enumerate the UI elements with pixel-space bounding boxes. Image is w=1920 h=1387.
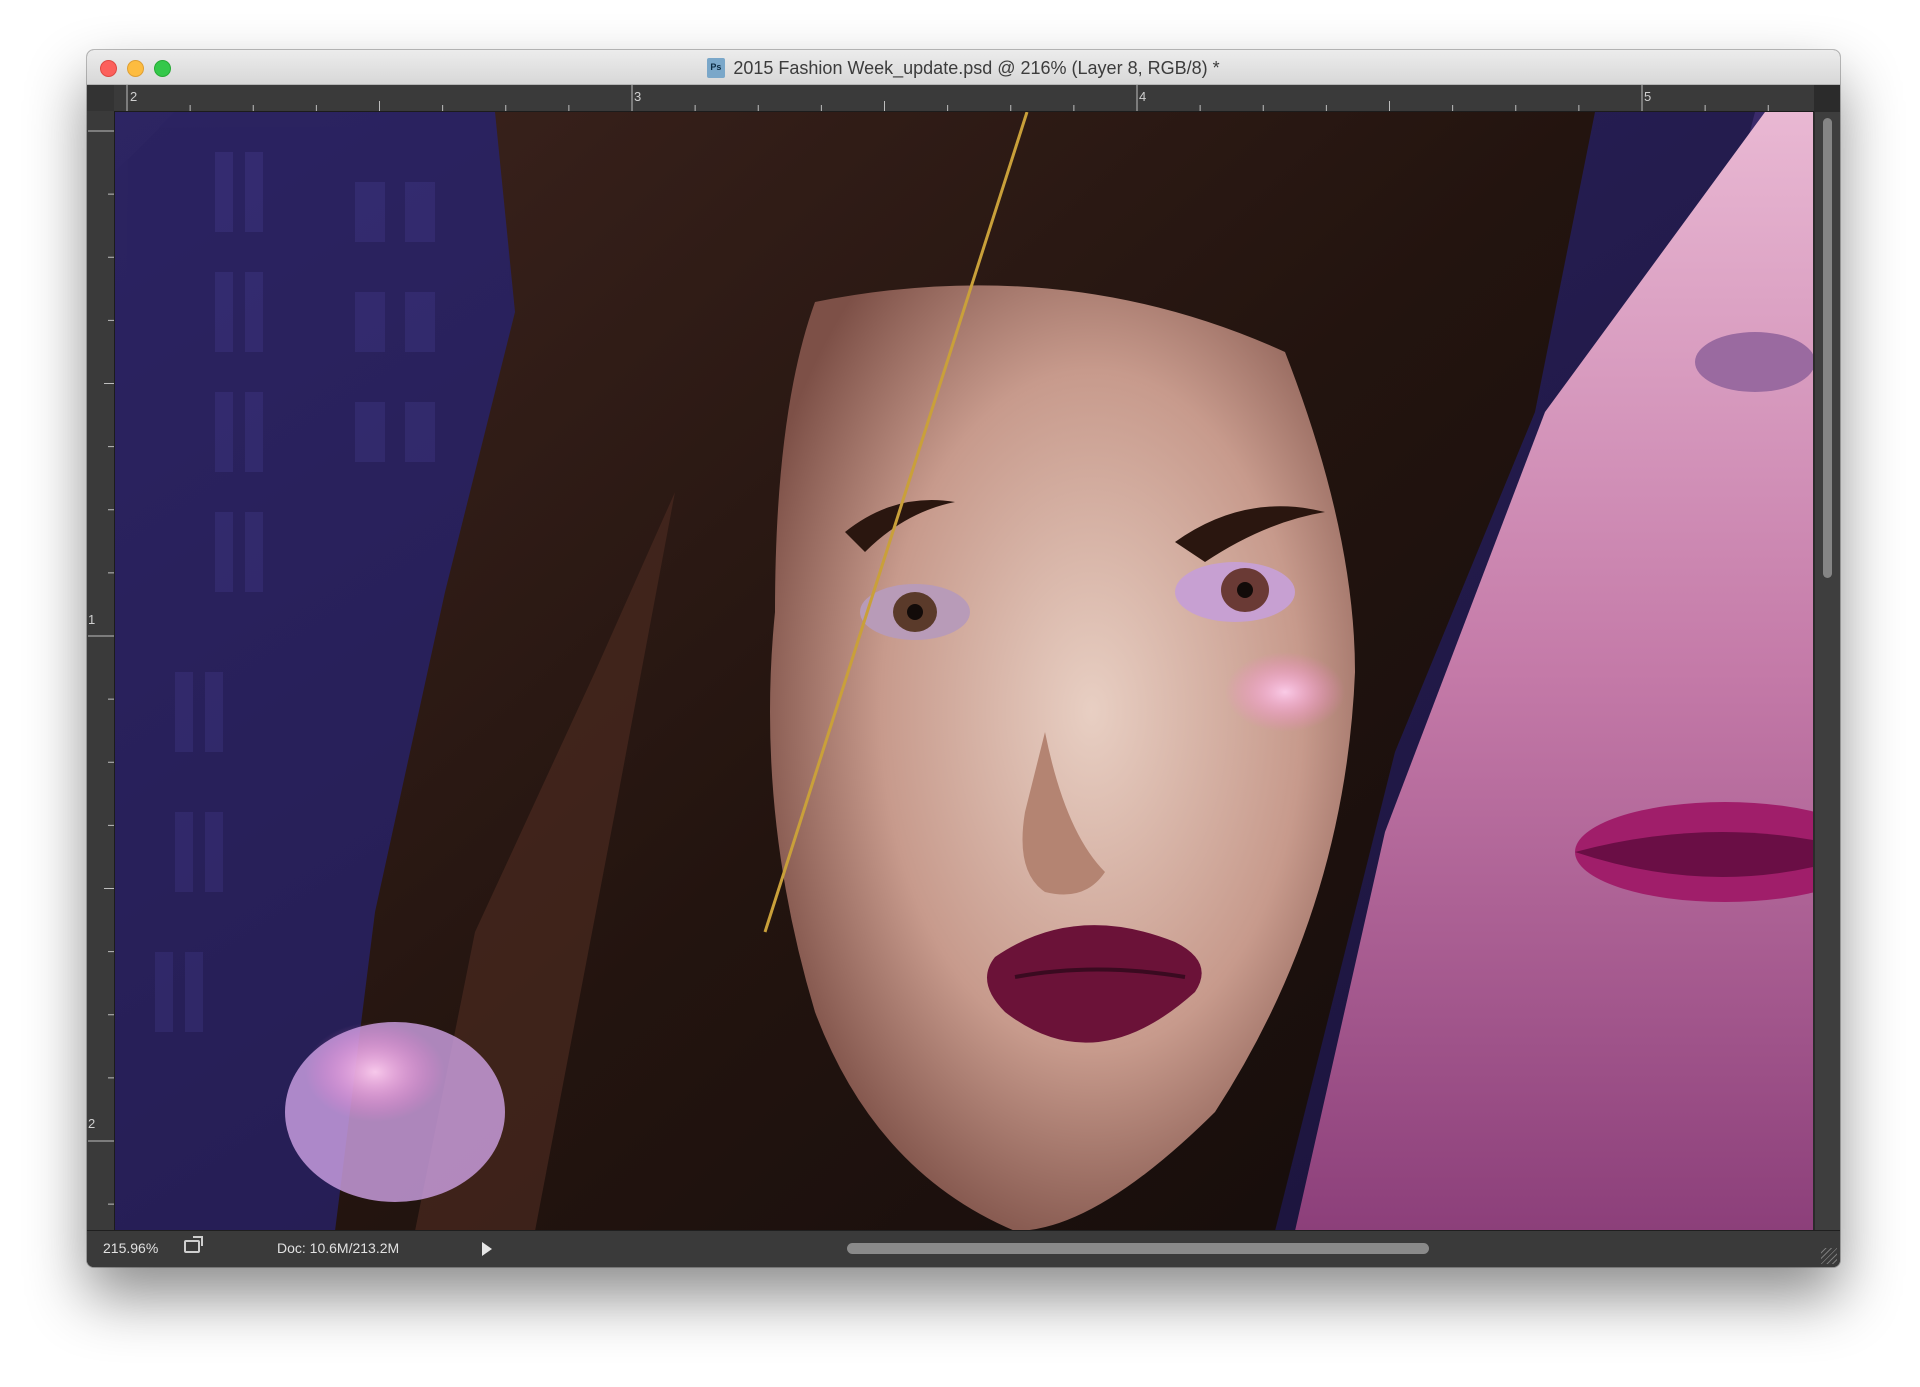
ruler-label-2: 2 (130, 89, 138, 104)
ruler-label-4: 4 (1139, 89, 1147, 104)
vertical-ruler[interactable]: 1 2 (87, 111, 115, 1267)
psd-file-icon (707, 58, 726, 78)
window-title: 2015 Fashion Week_update.psd @ 216% (Lay… (87, 58, 1840, 79)
doc-size-info: Doc: 10.6M/213.2M (277, 1240, 400, 1256)
shoulder-light (285, 1022, 505, 1202)
horizontal-ruler-ticks (126, 85, 1769, 111)
ruler-label-3: 3 (634, 89, 642, 104)
ruler-label-5: 5 (1644, 89, 1652, 104)
vertical-scroll-thumb[interactable] (1823, 118, 1832, 578)
zoom-level[interactable]: 215.96% (103, 1240, 158, 1256)
title-bar[interactable]: 2015 Fashion Week_update.psd @ 216% (Lay… (87, 50, 1840, 85)
ruler-label-v1: 1 (88, 612, 96, 627)
export-icon[interactable] (184, 1236, 203, 1253)
photoshop-document-window: 2015 Fashion Week_update.psd @ 216% (Lay… (87, 50, 1840, 1267)
window-title-text: 2015 Fashion Week_update.psd @ 216% (Lay… (733, 58, 1220, 78)
document-canvas[interactable] (115, 112, 1813, 1231)
fashion-artwork (115, 112, 1813, 1231)
ruler-origin[interactable] (87, 85, 115, 112)
ruler-label-v2: 2 (88, 1116, 96, 1131)
play-triangle-icon[interactable] (482, 1242, 492, 1256)
status-bar: 215.96% Doc: 10.6M/213.2M (87, 1230, 1840, 1267)
vertical-scrollbar[interactable] (1815, 112, 1840, 1231)
vertical-ruler-ticks (88, 130, 114, 1267)
horizontal-scroll-thumb[interactable] (847, 1243, 1429, 1254)
horizontal-ruler[interactable]: 2 3 4 5 (114, 85, 1814, 112)
resize-grip-icon[interactable] (1821, 1248, 1837, 1264)
